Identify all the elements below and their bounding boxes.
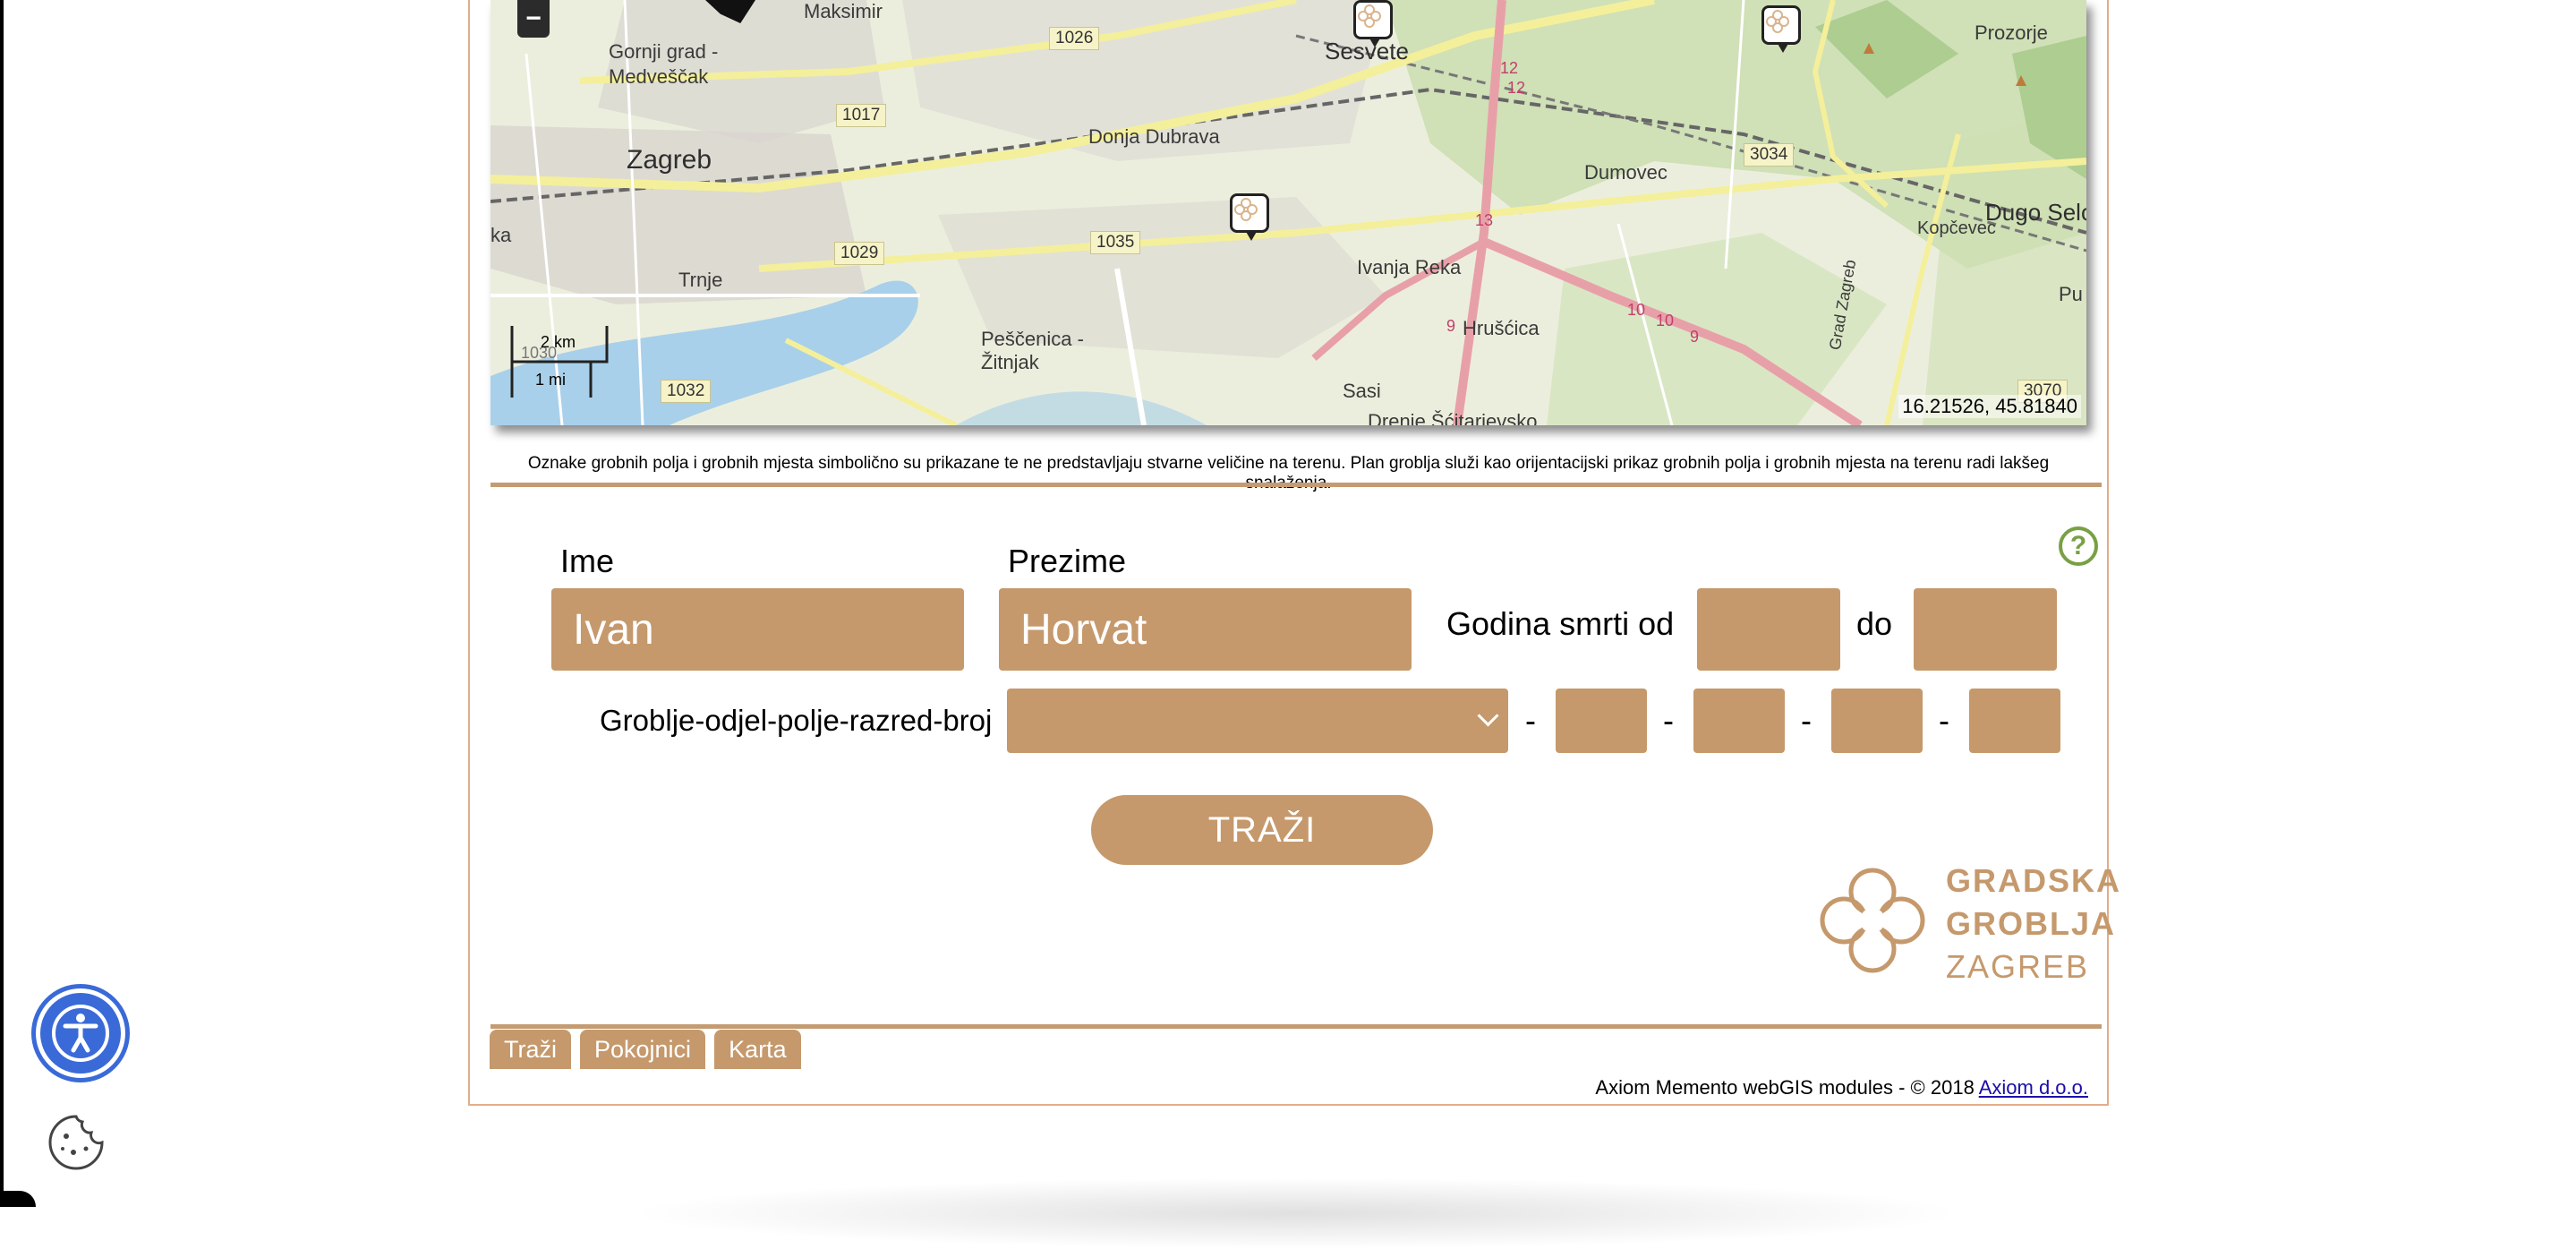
logo-line-3: ZAGREB bbox=[1946, 948, 2090, 985]
road-number: 12 bbox=[1500, 59, 1519, 77]
map-place-label: Trnje bbox=[678, 269, 723, 291]
location-label: Groblje-odjel-polje-razred-broj bbox=[600, 704, 993, 737]
road-number: 1026 bbox=[1049, 27, 1100, 50]
map-place-label: Pu bbox=[2059, 283, 2083, 305]
map-place-label: Prozorje bbox=[1975, 21, 2048, 44]
map-place-label: Kopčevec bbox=[1917, 218, 1996, 238]
cemetery-marker[interactable] bbox=[1761, 5, 1801, 53]
cemetery-marker[interactable] bbox=[1230, 193, 1269, 241]
cemetery-icon bbox=[1358, 4, 1381, 28]
road-number: 3034 bbox=[1744, 143, 1795, 167]
accessibility-icon bbox=[52, 1005, 109, 1062]
separator: - bbox=[1663, 702, 1674, 739]
zoom-out-button[interactable]: − bbox=[517, 0, 550, 38]
separator: - bbox=[1801, 702, 1812, 739]
map-scale: 2 km 1 mi bbox=[510, 324, 618, 399]
map-view[interactable]: − Maksimir Gornji grad - Medveščak Zagre… bbox=[490, 0, 2086, 425]
cookie-icon bbox=[48, 1115, 104, 1170]
gradska-groblja-logo: GRADSKA GROBLJA ZAGREB bbox=[1810, 860, 2120, 985]
first-name-label: Ime bbox=[560, 543, 615, 579]
map-place-label: Dugo Selo bbox=[1985, 199, 2086, 226]
map-disclaimer: Oznake grobnih polja i grobnih mjesta si… bbox=[527, 454, 2050, 492]
divider-top bbox=[490, 483, 2102, 487]
footer-link[interactable]: Axiom d.o.o. bbox=[1979, 1076, 2088, 1099]
map-place-label: Drenje Šćitarjevsko bbox=[1368, 410, 1538, 425]
tab-search[interactable]: Traži bbox=[490, 1030, 571, 1069]
road-number: 1029 bbox=[834, 242, 885, 265]
window-corner bbox=[0, 1191, 36, 1207]
page-shadow bbox=[627, 1177, 1969, 1249]
number-input[interactable] bbox=[1969, 689, 2060, 753]
map-place-label: Dumovec bbox=[1584, 161, 1668, 184]
cookie-settings-button[interactable] bbox=[47, 1113, 106, 1172]
road-number: 1035 bbox=[1090, 231, 1141, 254]
first-name-input[interactable] bbox=[551, 588, 964, 671]
cemetery-icon bbox=[1766, 10, 1789, 33]
map-coordinates: 16.21526, 45.81840 bbox=[1898, 395, 2081, 418]
road-number: 9 bbox=[1446, 317, 1456, 335]
chevron-down-icon bbox=[1477, 705, 1499, 727]
road-number: 10 bbox=[1627, 301, 1646, 319]
window-edge bbox=[0, 0, 4, 1207]
road-number: 10 bbox=[1656, 312, 1675, 329]
department-input[interactable] bbox=[1556, 689, 1647, 753]
bottom-tabs: Traži Pokojnici Karta bbox=[490, 1030, 801, 1069]
scale-mi-label: 1 mi bbox=[535, 371, 567, 389]
last-name-input[interactable] bbox=[999, 588, 1412, 671]
map-place-label: ka bbox=[490, 224, 512, 246]
last-name-label: Prezime bbox=[1008, 543, 1127, 579]
death-year-from-input[interactable] bbox=[1697, 588, 1840, 671]
divider-bottom bbox=[490, 1024, 2102, 1029]
map-place-label: Ivanja Reka bbox=[1357, 256, 1462, 278]
road-number: 9 bbox=[1690, 328, 1700, 346]
map-place-label: Donja Dubrava bbox=[1088, 125, 1220, 148]
map-place-label: Peščenica - Žitnjak bbox=[981, 328, 1084, 373]
footer-text: Axiom Memento webGIS modules - © 2018 bbox=[1595, 1076, 1975, 1099]
map-place-label: Hrušćica bbox=[1463, 317, 1540, 339]
road-number: 12 bbox=[1507, 79, 1526, 97]
map-place-label: Zagreb bbox=[627, 145, 712, 175]
separator: - bbox=[1939, 702, 1949, 739]
death-year-label: Godina smrti od bbox=[1446, 605, 1675, 642]
tab-map[interactable]: Karta bbox=[714, 1030, 801, 1069]
cemetery-marker[interactable] bbox=[1353, 0, 1393, 47]
search-button[interactable]: TRAŽI bbox=[1091, 795, 1433, 865]
logo-line-1: GRADSKA bbox=[1946, 862, 2122, 899]
cemetery-select[interactable] bbox=[1007, 689, 1508, 753]
map-tiles bbox=[490, 0, 2086, 425]
road-number: 1032 bbox=[661, 380, 712, 403]
footer: Axiom Memento webGIS modules - © 2018 Ax… bbox=[1595, 1076, 2088, 1099]
separator: - bbox=[1525, 702, 1536, 739]
map-place-label: Sasi bbox=[1343, 380, 1381, 402]
map-place-label: Maksimir bbox=[804, 0, 883, 22]
map-place-label: Gornji grad - Medveščak bbox=[609, 40, 719, 88]
scale-km-label: 2 km bbox=[541, 333, 576, 351]
tab-deceased[interactable]: Pokojnici bbox=[580, 1030, 706, 1069]
road-number: 1017 bbox=[836, 104, 887, 127]
logo-line-2: GROBLJA bbox=[1946, 905, 2117, 942]
road-number: 13 bbox=[1475, 211, 1494, 229]
map-place-label: Sesvete bbox=[1325, 38, 1409, 64]
death-year-to-input[interactable] bbox=[1914, 588, 2057, 671]
accessibility-button[interactable] bbox=[36, 988, 125, 1078]
logo-icon bbox=[1820, 868, 1925, 973]
class-input[interactable] bbox=[1831, 689, 1923, 753]
help-icon[interactable]: ? bbox=[2059, 526, 2098, 566]
field-input[interactable] bbox=[1693, 689, 1785, 753]
cemetery-icon bbox=[1234, 198, 1258, 221]
death-year-to-label: do bbox=[1856, 605, 1893, 642]
